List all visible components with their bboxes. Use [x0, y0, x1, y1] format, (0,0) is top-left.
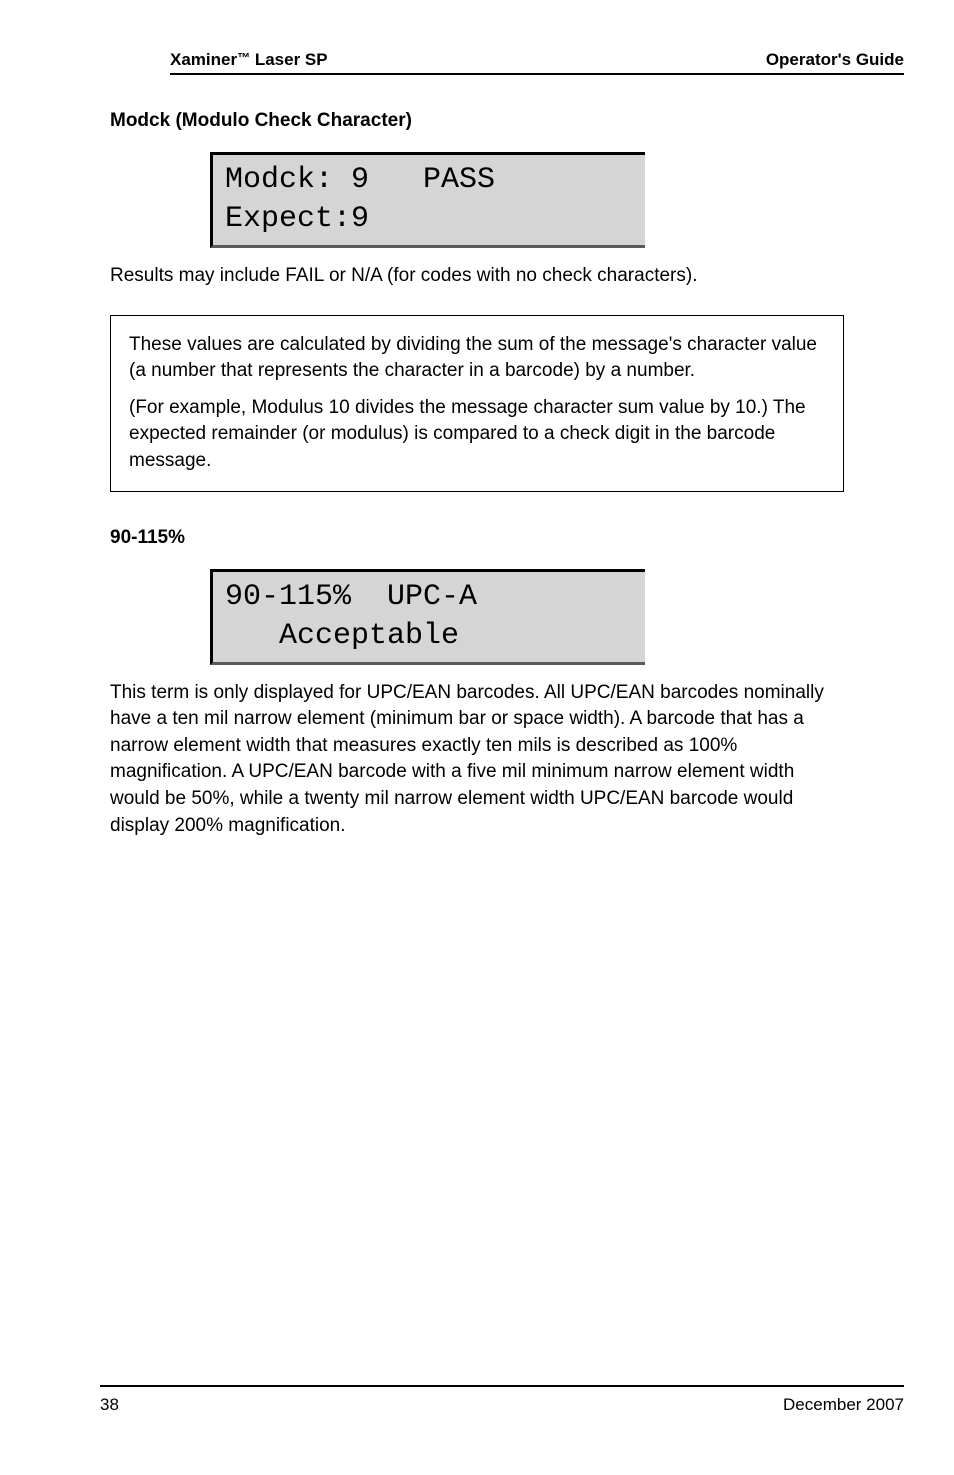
- page-footer: 38 December 2007: [100, 1385, 904, 1415]
- lcd-display-magnification: 90-115% UPC-A Acceptable: [210, 569, 645, 665]
- paragraph-modck-calc: These values are calculated by dividing …: [129, 332, 825, 385]
- header-doc-type-prefix: Operator: [766, 50, 838, 69]
- page-header: Xaminer™ Laser SP Operator's Guide: [170, 50, 904, 75]
- section-title-modck: Modck (Modulo Check Character): [110, 110, 854, 132]
- header-doc-type-suffix: 's Guide: [838, 50, 904, 69]
- paragraph-magnification: This term is only displayed for UPC/EAN …: [110, 680, 844, 840]
- paragraph-modck-results: Results may include FAIL or N/A (for cod…: [110, 263, 844, 290]
- header-right: Operator's Guide: [766, 50, 904, 70]
- header-product-name: Xaminer: [170, 50, 237, 69]
- page-number: 38: [100, 1395, 119, 1415]
- footer-date: December 2007: [783, 1395, 904, 1415]
- header-product-model: Laser SP: [250, 50, 328, 69]
- trademark-symbol: ™: [237, 50, 250, 65]
- header-left: Xaminer™ Laser SP: [170, 50, 328, 70]
- paragraph-modck-example: (For example, Modulus 10 divides the mes…: [129, 395, 825, 475]
- info-box-modck: These values are calculated by dividing …: [110, 315, 844, 492]
- section-title-magnification: 90-115%: [110, 527, 854, 549]
- lcd-display-modck: Modck: 9 PASS Expect:9: [210, 152, 645, 248]
